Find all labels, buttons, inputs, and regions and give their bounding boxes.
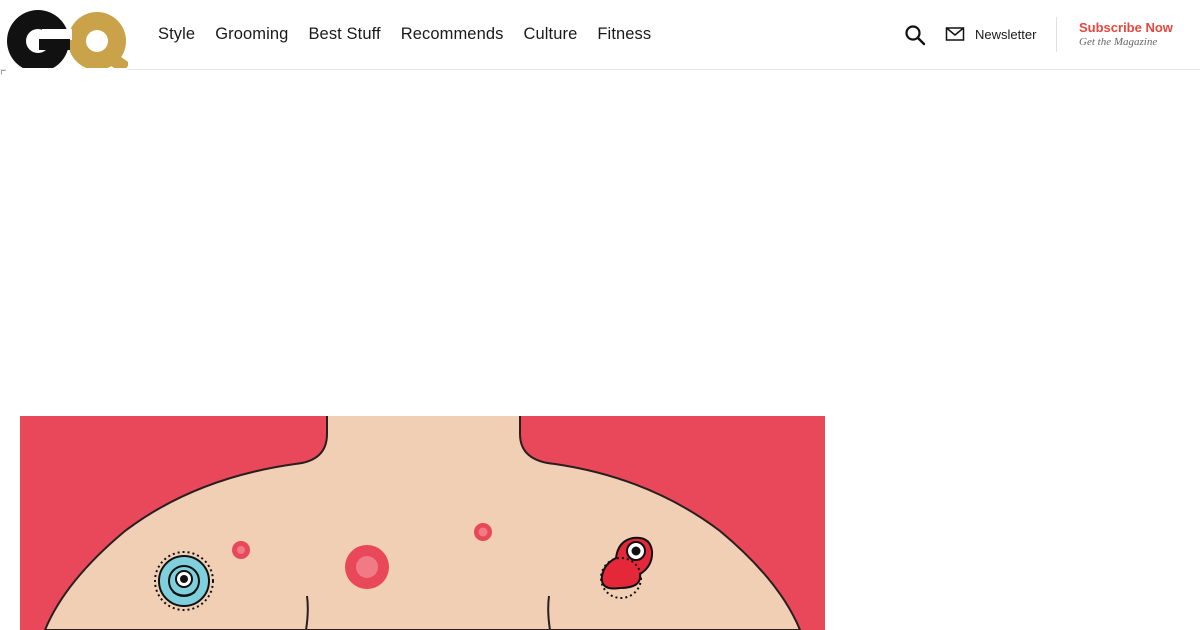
nav-item-grooming[interactable]: Grooming: [215, 25, 288, 44]
main-nav: Style Grooming Best Stuff Recommends Cul…: [158, 0, 671, 69]
site-header: Style Grooming Best Stuff Recommends Cul…: [0, 0, 1200, 74]
newsletter-label: Newsletter: [975, 26, 1037, 42]
nav-item-best-stuff[interactable]: Best Stuff: [308, 25, 380, 44]
search-icon: [905, 25, 926, 46]
hero-illustration: [20, 416, 825, 630]
subscribe-label: Subscribe Now: [1079, 20, 1173, 35]
mail-icon: [945, 27, 965, 41]
subscribe-sublabel: Get the Magazine: [1079, 36, 1158, 48]
subscribe-link[interactable]: Subscribe Now Get the Magazine: [1079, 20, 1173, 49]
gq-logo[interactable]: [6, 10, 130, 74]
nav-item-style[interactable]: Style: [158, 25, 195, 44]
header-divider: [1056, 17, 1057, 52]
broken-image-icon: [1, 70, 6, 75]
nav-item-recommends[interactable]: Recommends: [401, 25, 504, 44]
newsletter-link[interactable]: Newsletter: [945, 24, 1036, 44]
search-button[interactable]: [903, 23, 927, 47]
nav-item-culture[interactable]: Culture: [523, 25, 577, 44]
nav-item-fitness[interactable]: Fitness: [597, 25, 651, 44]
